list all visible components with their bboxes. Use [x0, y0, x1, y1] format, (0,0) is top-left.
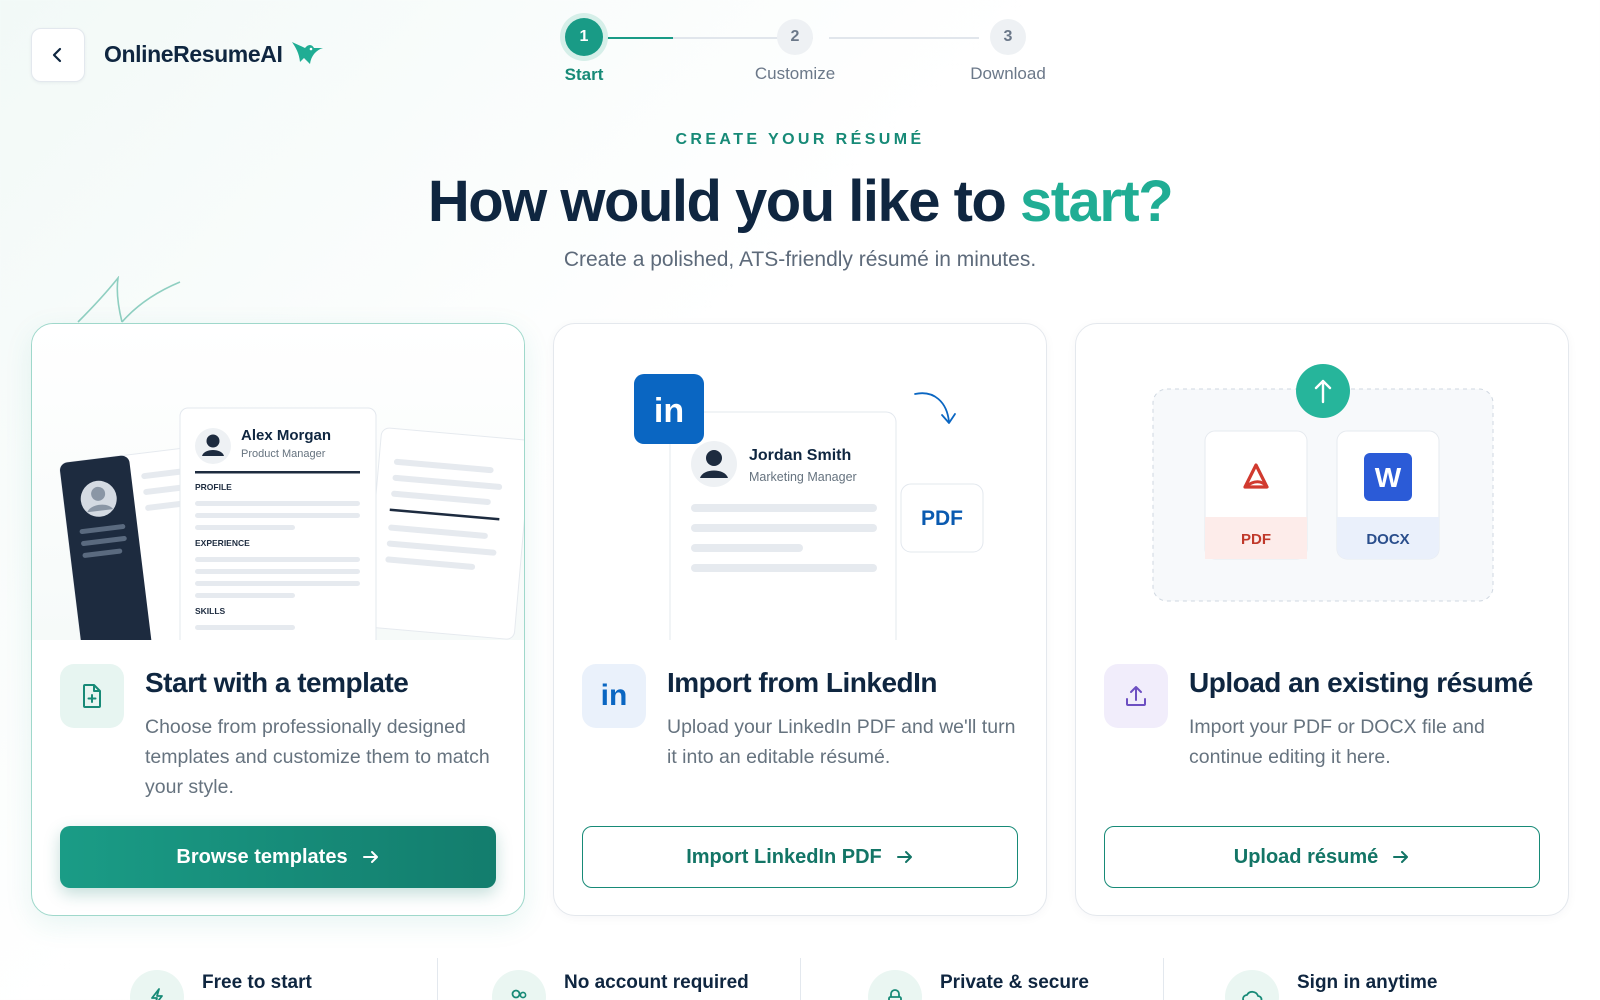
- arrow-right-icon: [362, 851, 378, 863]
- progress-stepper: 1 Start 2 Customize 3 Download: [540, 18, 1080, 90]
- step-download[interactable]: 3 Download: [938, 18, 1078, 84]
- feature-strip: Free to start No account required Privat…: [0, 958, 1600, 1000]
- page-subtitle: Create a polished, ATS-friendly résumé i…: [563, 248, 1037, 271]
- option-card-upload[interactable]: PDF W DOCX Upload an existing résumé Imp…: [1075, 323, 1569, 916]
- feature-sign-in: Sign in anytime: [1225, 958, 1437, 1000]
- button-label: Import LinkedIn PDF: [686, 845, 882, 868]
- feature-private: Private & secure: [868, 958, 1089, 1000]
- headline-accent: start?: [1019, 169, 1174, 234]
- card-description: Import your PDF or DOCX file and continu…: [1189, 716, 1485, 768]
- upload-resume-button[interactable]: Upload résumé: [1104, 826, 1540, 888]
- upload-icon: [1126, 686, 1146, 706]
- page-title: How would you like to start?: [0, 168, 1600, 235]
- back-button[interactable]: [31, 28, 85, 82]
- feature-label: Free to start: [202, 972, 312, 993]
- upload-illustration: PDF W DOCX: [1076, 324, 1568, 640]
- card-title: Start with a template: [145, 667, 409, 698]
- pdf-chip-label: PDF: [921, 507, 963, 530]
- bird-logo-icon: [292, 42, 324, 64]
- file-tile-label: DOCX: [1366, 531, 1409, 548]
- card-title: Import from LinkedIn: [667, 667, 938, 698]
- brand-logo[interactable]: OnlineResumeAI: [104, 40, 324, 68]
- feature-no-account: No account required: [492, 958, 749, 1000]
- step-number: 3: [990, 19, 1026, 55]
- cloud-icon: [1225, 970, 1279, 1000]
- feature-divider: [800, 958, 801, 1000]
- browse-templates-button[interactable]: Browse templates: [60, 826, 496, 888]
- step-customize[interactable]: 2 Customize: [725, 18, 865, 84]
- feature-label: Private & secure: [940, 972, 1089, 993]
- users-icon: [492, 970, 546, 1000]
- file-upload-illustration: PDF W DOCX: [1152, 364, 1494, 602]
- feature-free: Free to start: [130, 958, 312, 1000]
- preview-role: Product Manager: [241, 448, 326, 460]
- template-illustration: Alex Morgan Product Manager PROFILE EXPE…: [32, 324, 524, 640]
- resume-stack-illustration: Alex Morgan Product Manager PROFILE EXPE…: [32, 324, 524, 640]
- card-description: Upload your LinkedIn PDF and we'll turn …: [667, 716, 1016, 768]
- card-title: Upload an existing résumé: [1189, 667, 1533, 698]
- brand-name: OnlineResumeAI: [104, 40, 283, 67]
- button-label: Browse templates: [176, 845, 348, 868]
- lock-icon: [868, 970, 922, 1000]
- option-card-template[interactable]: Alex Morgan Product Manager PROFILE EXPE…: [31, 323, 525, 916]
- linkedin-option-icon: in: [582, 664, 646, 728]
- arrow-right-icon: [1393, 851, 1409, 863]
- feature-label: No account required: [564, 972, 749, 993]
- feature-label: Sign in anytime: [1297, 972, 1438, 993]
- arrow-right-icon: [896, 851, 912, 863]
- template-option-icon: [60, 664, 124, 728]
- linkedin-import-illustration: Jordan Smith Marketing Manager in PDF: [634, 374, 984, 640]
- bolt-icon: [130, 970, 184, 1000]
- eyebrow-label: CREATE YOUR RÉSUMÉ: [675, 131, 925, 148]
- step-number: 1: [565, 18, 603, 56]
- feature-divider: [437, 958, 438, 1000]
- step-label: Start: [564, 65, 604, 84]
- preview-name: Jordan Smith: [749, 447, 851, 464]
- preview-role: Marketing Manager: [749, 470, 857, 484]
- import-linkedin-pdf-button[interactable]: Import LinkedIn PDF: [582, 826, 1018, 888]
- feature-divider: [1163, 958, 1164, 1000]
- linkedin-badge-text: in: [654, 392, 684, 430]
- preview-section-skills: SKILLS: [195, 606, 226, 616]
- button-label: Upload résumé: [1233, 845, 1379, 868]
- word-glyph: W: [1375, 462, 1402, 493]
- decorative-sprig-icon: [77, 276, 181, 323]
- headline-main: How would you like to: [427, 169, 1020, 234]
- preview-name: Alex Morgan: [241, 427, 331, 444]
- card-description: Choose from professionally designed temp…: [145, 716, 490, 798]
- step-start[interactable]: 1 Start: [514, 18, 654, 85]
- file-plus-icon: [83, 684, 101, 708]
- file-tile-label: PDF: [1241, 531, 1271, 548]
- option-card-linkedin[interactable]: Jordan Smith Marketing Manager in PDF in…: [553, 323, 1047, 916]
- step-number: 2: [777, 19, 813, 55]
- linkedin-icon: in: [600, 679, 628, 712]
- step-label: Download: [970, 64, 1046, 83]
- chevron-left-icon: [52, 47, 62, 63]
- upload-option-icon: [1104, 664, 1168, 728]
- step-label: Customize: [754, 64, 836, 83]
- preview-section-experience: EXPERIENCE: [195, 538, 250, 548]
- preview-section-profile: PROFILE: [195, 482, 232, 492]
- linkedin-illustration: Jordan Smith Marketing Manager in PDF: [554, 324, 1046, 640]
